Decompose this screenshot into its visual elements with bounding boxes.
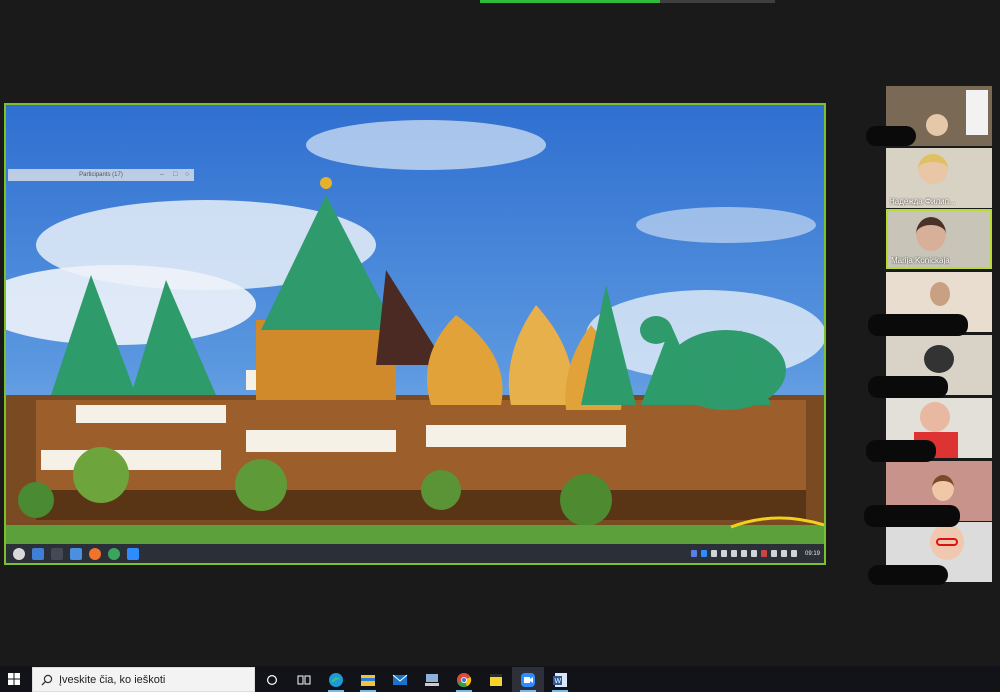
participants-bar[interactable]: Participants (17) – □ ○ (8, 169, 194, 181)
battery-icon[interactable] (790, 550, 797, 557)
close-icon[interactable]: ○ (185, 169, 189, 181)
tray-icon[interactable] (750, 550, 757, 557)
zoom-window: Participants (17) – □ ○ 09:19 Надежда Фи… (0, 0, 1000, 692)
redaction-mark (866, 440, 936, 462)
participant-face (926, 114, 948, 136)
tray-icon[interactable] (720, 550, 727, 557)
mail-icon[interactable] (384, 667, 416, 692)
participant-name: Marija Konickaja (891, 256, 950, 265)
search-icon (41, 674, 53, 686)
wifi-icon[interactable] (770, 550, 777, 557)
network-app-icon[interactable] (416, 667, 448, 692)
participant-name: Надежда Филип... (889, 197, 956, 206)
zoom-icon[interactable] (127, 547, 139, 560)
background-shelf (966, 90, 988, 135)
redaction-mark (866, 126, 916, 146)
taskbar-search-box[interactable] (32, 667, 255, 692)
word-icon[interactable]: W (544, 667, 576, 692)
bluetooth-icon[interactable] (710, 550, 717, 557)
timeline-icon[interactable] (288, 667, 320, 692)
svg-text:W: W (555, 678, 562, 685)
search-input[interactable] (59, 671, 249, 689)
file-explorer-icon[interactable] (352, 667, 384, 692)
remote-system-tray: 09:19 (690, 544, 820, 563)
participant-face (918, 154, 948, 184)
edge-icon[interactable] (320, 667, 352, 692)
redaction-mark (868, 565, 948, 585)
remote-clock: 09:19 (804, 550, 820, 557)
zoom-tray-icon[interactable] (700, 550, 707, 557)
participants-title: Participants (17) (79, 172, 123, 178)
share-progress-bar (480, 0, 775, 3)
volume-icon[interactable] (780, 550, 787, 557)
chrome-icon[interactable] (108, 547, 120, 560)
remote-taskbar: 09:19 (6, 544, 824, 563)
linux-menu-icon[interactable] (13, 547, 25, 560)
shared-screen: Participants (17) – □ ○ 09:19 (4, 103, 826, 565)
participant-video-tile-active-speaker[interactable]: Marija Konickaja (886, 209, 992, 269)
glasses (936, 538, 958, 546)
windows-start-icon[interactable] (8, 673, 20, 685)
terminal-icon[interactable] (51, 547, 63, 560)
folder-icon[interactable] (70, 547, 82, 560)
participant-video-tile[interactable]: Надежда Филип... (886, 148, 992, 208)
redaction-mark (868, 376, 948, 398)
files-icon[interactable] (32, 547, 44, 560)
tray-icon[interactable] (690, 550, 697, 557)
share-progress-fill (480, 0, 660, 3)
flag-icon[interactable] (760, 550, 767, 557)
tray-icon[interactable] (730, 550, 737, 557)
restore-icon[interactable]: □ (173, 169, 177, 181)
participant-face (916, 217, 946, 251)
redaction-mark (868, 314, 968, 336)
sticky-notes-icon[interactable] (480, 667, 512, 692)
tray-icon[interactable] (740, 550, 747, 557)
zoom-icon[interactable] (512, 667, 544, 692)
task-view-icon[interactable] (256, 667, 288, 692)
participant-face (924, 345, 954, 373)
minimize-icon[interactable]: – (160, 169, 164, 181)
firefox-icon[interactable] (89, 547, 101, 560)
participant-face (932, 475, 954, 501)
redaction-mark (864, 505, 960, 527)
participant-face (920, 402, 950, 432)
chrome-icon[interactable] (448, 667, 480, 692)
participant-face (930, 282, 950, 306)
